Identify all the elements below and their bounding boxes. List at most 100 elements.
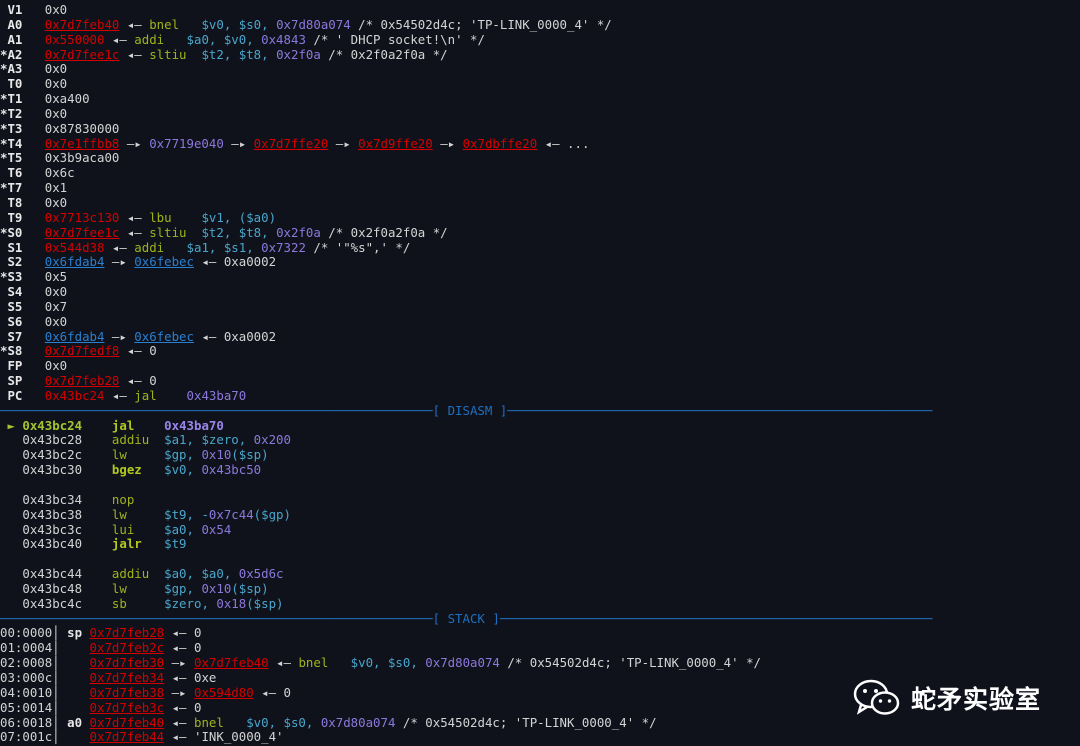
text-segment: *A2 (0, 46, 45, 62)
debugger-terminal[interactable]: V1 0x0 A0 0x7d7feb40 ◂— bnel $v0, $s0, 0… (0, 2, 933, 745)
text-segment: 0x0 (44, 2, 68, 17)
text-segment: 0x7322 (261, 239, 306, 255)
text-segment: 04:0010│ (0, 684, 90, 700)
mnemonic: bnel (298, 655, 329, 671)
address-link[interactable]: 0x6febec (134, 254, 194, 269)
mnemonic: addiu (111, 566, 150, 582)
text-segment: ────────────────────────────────────────… (507, 402, 933, 418)
registers-line: T9 0x7713c130 ◂— lbu $v1, ($a0) (0, 209, 933, 226)
text-segment: 03:000c│ (0, 669, 90, 685)
address-link[interactable]: 0x7d7feb44 (90, 729, 165, 744)
text-segment: *T7 (0, 180, 45, 196)
text-segment: —▸ (119, 135, 150, 151)
address-link[interactable]: 0x7d7feb28 (45, 373, 120, 388)
address-link[interactable]: 0x7d7feb38 (90, 685, 165, 700)
address-link[interactable]: 0x7d7fee1c (45, 225, 120, 240)
stack-line: 03:000c│ 0x7d7feb34 ◂— 0xe (0, 669, 933, 686)
address-link[interactable]: 0x7d7feb40 (45, 17, 120, 32)
text-segment: —▸ (164, 684, 194, 700)
text-segment: ◂— (119, 16, 150, 32)
address-link[interactable]: 0x7d7ffe20 (254, 136, 329, 151)
address-link[interactable]: 0x7d7feb34 (90, 670, 165, 685)
text-segment: 0x43bc28 (0, 432, 112, 448)
text-segment (127, 507, 164, 522)
registers-line: S2 0x6fdab4 —▸ 0x6febec ◂— 0xa0002 (0, 254, 933, 270)
registers-line: S1 0x544d38 ◂— addi $a1, $s1, 0x7322 /* … (0, 239, 933, 256)
stack-line: 04:0010│ 0x7d7feb38 —▸ 0x594d80 ◂— 0 (0, 684, 933, 701)
disasm-line: 0x43bc30 bgez $v0, 0x43bc50 (0, 462, 933, 478)
text-segment: ◂— (119, 224, 150, 240)
mnemonic: jal (134, 387, 157, 403)
address-link[interactable]: 0x7d7fee1c (45, 47, 120, 62)
address-link[interactable]: 0x6fdab4 (45, 329, 105, 344)
address-link[interactable]: 0x7d9ffe20 (358, 136, 433, 151)
disasm-line: 0x43bc3c lui $a0, 0x54 (0, 521, 933, 538)
text-segment: T8 (0, 194, 45, 210)
text-segment (127, 596, 164, 611)
text-segment: ($sp) (231, 447, 269, 463)
stack-line: 05:0014│ 0x7d7feb3c ◂— 0 (0, 700, 933, 716)
text-segment: 0x43bc2c (0, 447, 112, 463)
registers-line: V1 0x0 (0, 2, 933, 18)
mnemonic: addi (134, 31, 165, 47)
address-link[interactable]: 0x7d7feb40 (194, 655, 269, 670)
text-segment: ($gp) (253, 506, 291, 522)
text-segment: ◂— (104, 31, 135, 47)
stack-line: 01:0004│ 0x7d7feb2c ◂— 0 (0, 640, 933, 656)
address-link[interactable]: 0x7d7feb2c (90, 640, 165, 655)
registers-line: S7 0x6fdab4 —▸ 0x6febec ◂— 0xa0002 (0, 329, 933, 345)
text-segment: S5 (0, 298, 45, 314)
address-link[interactable]: 0x594d80 (194, 685, 254, 700)
text-segment: 0x54 (201, 521, 232, 537)
mnemonic: sltiu (149, 46, 187, 62)
text-segment: ◂— 0xa0002 (193, 254, 277, 270)
text-segment: 0x43bc30 (0, 462, 112, 478)
text-segment: /* ' DHCP socket!\n' */ (305, 31, 485, 47)
text-segment: $v0, $s0, (350, 655, 426, 671)
mnemonic: sb (111, 595, 127, 611)
text-segment: 0x10 (201, 580, 232, 596)
text-segment: *A3 (0, 61, 45, 77)
disasm-line (0, 552, 933, 567)
text-segment: $v0, $s0, (201, 16, 277, 32)
address-link[interactable]: 0x7d7fedf8 (45, 343, 120, 358)
text-segment: 06:0018│ (0, 714, 68, 730)
text-segment: ◂— 0xe (164, 669, 217, 685)
address-link[interactable]: 0x7d7feb3c (90, 700, 165, 715)
text-segment: 0x43bc44 (0, 566, 112, 582)
watermark: 蛇矛实验室 (853, 678, 1041, 718)
text-segment: —▸ (328, 135, 359, 151)
text-segment: 0x0 (44, 284, 68, 300)
disasm-separator: ────────────────────────────────────────… (0, 402, 933, 419)
disasm-line: 0x43bc34 nop (0, 491, 933, 508)
text-segment: 0x4843 (261, 31, 306, 47)
address-link[interactable]: 0x7d7feb30 (90, 655, 165, 670)
text-segment: S2 (0, 254, 45, 270)
text-segment: $t2, $t8, (201, 224, 277, 240)
mnemonic: lui (111, 521, 135, 537)
text-segment (142, 462, 164, 477)
address-link[interactable]: 0x7dbffe20 (463, 136, 538, 151)
address-link[interactable]: 0x7d7feb40 (90, 715, 165, 730)
text-segment: ◂— (164, 714, 194, 730)
disasm-line: 0x43bc2c lw $gp, 0x10($sp) (0, 447, 933, 463)
registers-line: S5 0x7 (0, 298, 933, 315)
disasm-line: 0x43bc44 addiu $a0, $a0, 0x5d6c (0, 566, 933, 582)
text-segment: 0x43bc34 (0, 491, 112, 507)
text-segment: 0x43bc50 (201, 462, 262, 478)
text-segment (127, 447, 164, 462)
mnemonic: lw (111, 506, 127, 522)
text-segment: ◂— 0 (164, 625, 202, 641)
text-segment: 0x7713c130 (44, 209, 120, 225)
text-segment: SP (0, 373, 45, 389)
text-segment: ────────────────────────────────────────… (0, 402, 433, 418)
text-segment: S1 (0, 239, 45, 255)
text-segment: 0x0 (44, 105, 68, 121)
address-link[interactable]: 0x7e1ffbb8 (45, 136, 120, 151)
address-link[interactable]: 0x6febec (134, 329, 194, 344)
stack-line: 06:0018│ a0 0x7d7feb40 ◂— bnel $v0, $s0,… (0, 714, 933, 731)
address-link[interactable]: 0x6fdab4 (45, 254, 105, 269)
address-link[interactable]: 0x7d7feb28 (90, 625, 165, 641)
text-segment: 0x0 (44, 76, 68, 92)
text-segment (328, 655, 350, 670)
